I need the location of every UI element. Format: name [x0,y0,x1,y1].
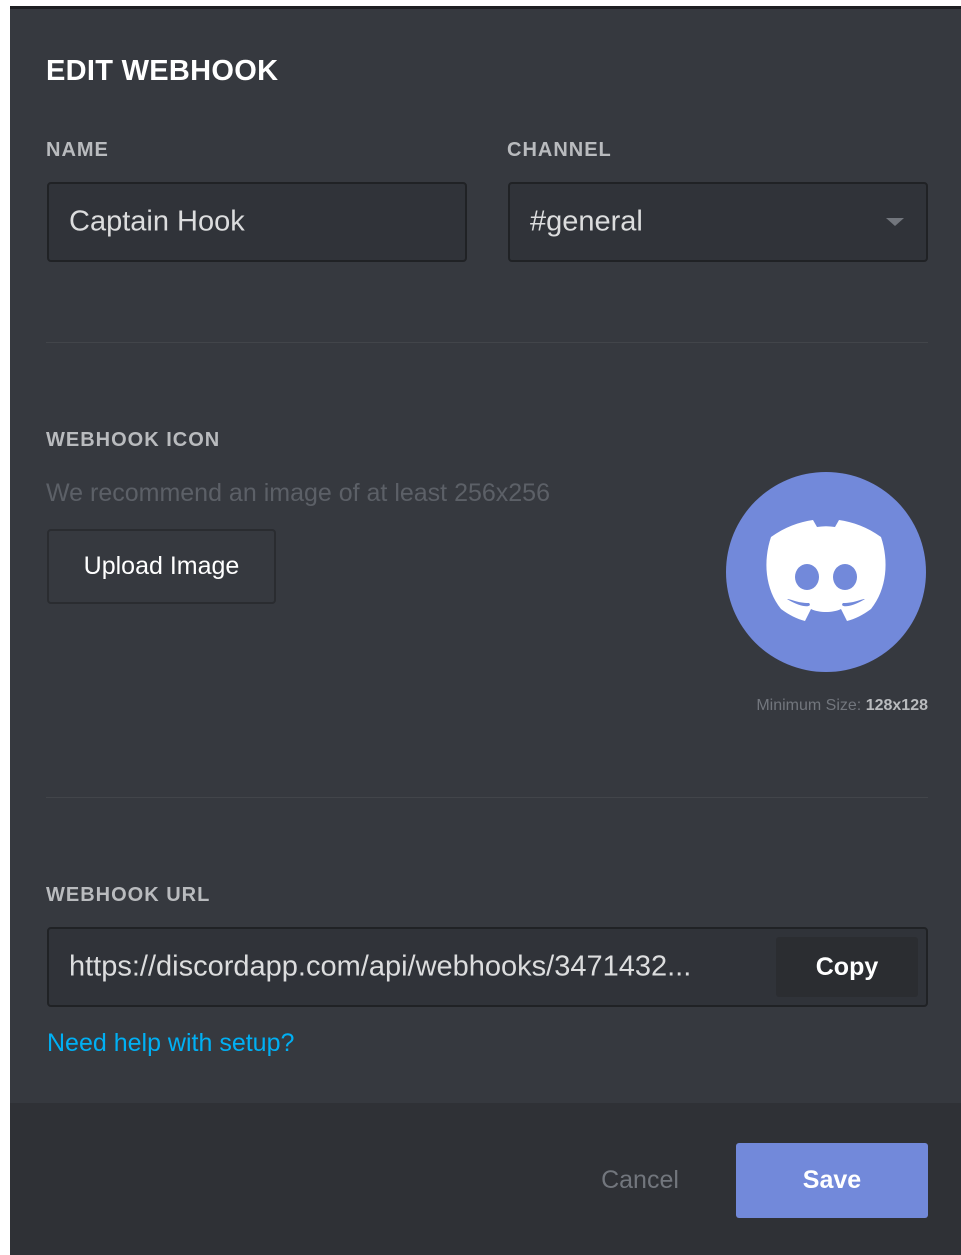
copy-button[interactable]: Copy [776,937,918,997]
modal-title: EDIT WEBHOOK [46,55,279,87]
name-label: NAME [46,139,109,161]
modal-footer: Cancel Save [10,1103,961,1255]
minimum-size-note: Minimum Size: 128x128 [756,697,928,715]
cancel-button[interactable]: Cancel [585,1143,695,1218]
edit-webhook-modal: EDIT WEBHOOK NAME Captain Hook CHANNEL #… [10,6,961,1255]
save-button[interactable]: Save [736,1143,928,1218]
webhook-url-label: WEBHOOK URL [46,884,211,906]
webhook-url-value: https://discordapp.com/api/webhooks/3471… [69,950,692,983]
webhook-avatar[interactable] [726,472,926,672]
discord-logo-icon [766,520,886,621]
upload-image-button[interactable]: Upload Image [47,529,276,604]
minimum-size-label: Minimum Size: [756,697,862,714]
chevron-down-icon[interactable] [886,218,904,226]
name-input[interactable]: Captain Hook [47,182,467,262]
channel-select[interactable]: #general [508,182,928,262]
channel-label: CHANNEL [507,139,612,161]
webhook-icon-hint: We recommend an image of at least 256x25… [46,479,550,507]
channel-select-value: #general [530,205,643,238]
webhook-url-field[interactable]: https://discordapp.com/api/webhooks/3471… [47,927,928,1007]
setup-help-link[interactable]: Need help with setup? [47,1029,294,1058]
divider [46,797,928,798]
name-input-value: Captain Hook [69,205,245,238]
webhook-icon-label: WEBHOOK ICON [46,429,221,451]
minimum-size-value: 128x128 [865,697,928,714]
divider [46,342,928,343]
